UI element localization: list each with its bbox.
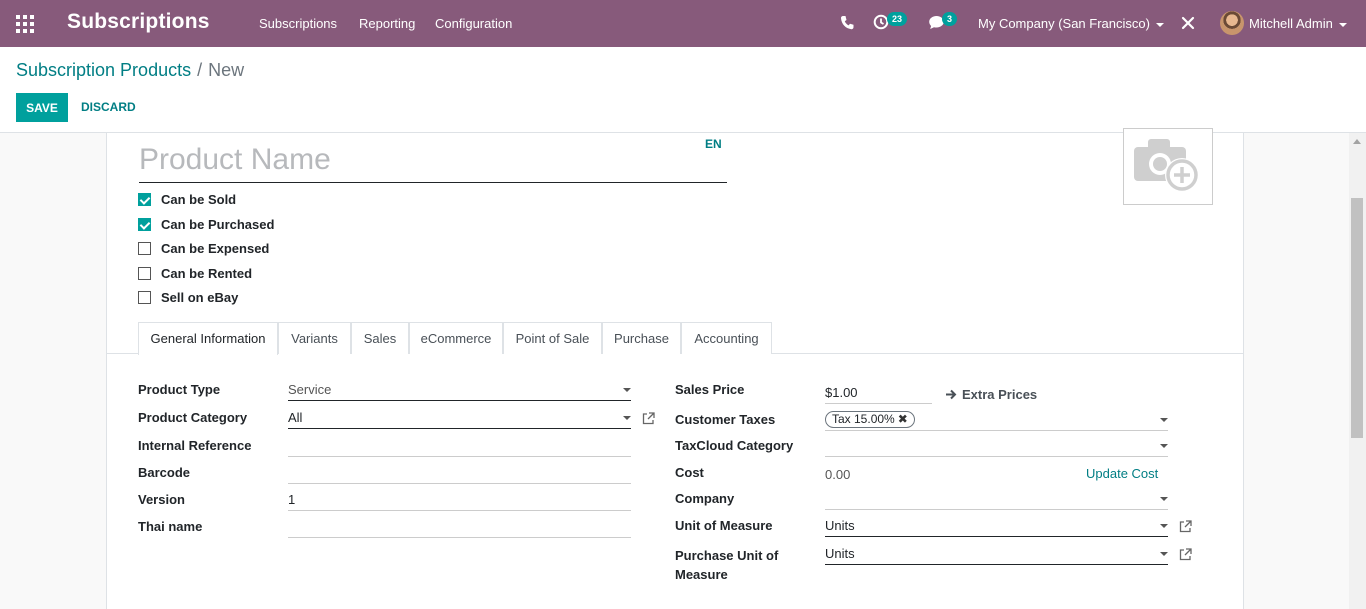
chevron-down-icon (1160, 497, 1168, 501)
notebook-tabs: General Information Variants Sales eComm… (107, 322, 1243, 355)
menu-reporting[interactable]: Reporting (359, 16, 415, 31)
checkbox-sell-on-ebay[interactable]: Sell on eBay (138, 289, 238, 305)
top-navbar: Subscriptions Subscriptions Reporting Co… (0, 0, 1366, 47)
tab-accounting[interactable]: Accounting (681, 322, 772, 354)
activity-count-badge: 23 (887, 12, 908, 26)
checkbox[interactable] (138, 290, 151, 304)
taxcloud-category-select[interactable] (825, 435, 1168, 457)
cost-label: Cost (675, 465, 704, 480)
checkbox[interactable] (138, 217, 151, 231)
product-type-label: Product Type (138, 382, 221, 397)
breadcrumb-separator: / (197, 60, 203, 80)
sales-price-label: Sales Price (675, 382, 745, 397)
phone-icon[interactable] (840, 15, 854, 31)
checkbox[interactable] (138, 241, 151, 255)
external-link-icon[interactable] (1179, 548, 1192, 561)
menu-configuration[interactable]: Configuration (435, 16, 512, 31)
extra-prices-button[interactable]: Extra Prices (945, 387, 1037, 402)
company-name: My Company (San Francisco) (978, 16, 1150, 31)
checkbox-can-be-rented[interactable]: Can be Rented (138, 265, 252, 281)
uom-select[interactable]: Units (825, 515, 1168, 537)
tab-sales[interactable]: Sales (351, 322, 409, 354)
product-image-upload[interactable] (1123, 128, 1213, 205)
cost-value: 0.00 (825, 467, 851, 482)
form-sheet: Product Name EN Can be Sold Can be Purch… (106, 128, 1244, 609)
tab-ecommerce[interactable]: eCommerce (409, 322, 503, 354)
breadcrumb: Subscription Products / New (16, 60, 244, 81)
barcode-label: Barcode (138, 465, 191, 480)
control-panel: Subscription Products / New SAVE DISCARD (0, 47, 1366, 133)
customer-taxes-input[interactable]: Tax 15.00% ✖ (825, 409, 1168, 431)
menu-subscriptions[interactable]: Subscriptions (259, 16, 337, 31)
company-select[interactable] (825, 488, 1168, 510)
purchase-uom-label: Purchase Unit of Measure (675, 548, 779, 582)
thai-name-label: Thai name (138, 519, 203, 534)
message-count-badge: 3 (942, 12, 958, 26)
camera-add-icon (1134, 139, 1199, 192)
save-button[interactable]: SAVE (16, 93, 68, 122)
apps-menu-icon[interactable] (16, 15, 34, 33)
page-scrollbar[interactable] (1349, 133, 1366, 609)
chevron-down-icon (623, 416, 631, 420)
chevron-down-icon (1160, 418, 1168, 422)
app-title: Subscriptions (67, 10, 210, 33)
scroll-thumb[interactable] (1351, 198, 1363, 438)
discard-button[interactable]: DISCARD (81, 100, 136, 114)
translate-button[interactable]: EN (705, 137, 722, 151)
product-category-label: Product Category (138, 410, 248, 425)
checkbox-can-be-sold[interactable]: Can be Sold (138, 191, 236, 207)
tab-variants[interactable]: Variants (278, 322, 351, 354)
external-link-icon[interactable] (1179, 520, 1192, 533)
internal-reference-label: Internal Reference (138, 438, 252, 453)
company-label: Company (675, 491, 735, 506)
user-menu[interactable]: Mitchell Admin (1249, 16, 1347, 31)
chevron-down-icon (1338, 22, 1347, 27)
company-switcher[interactable]: My Company (San Francisco) (978, 16, 1164, 31)
checkbox-can-be-expensed[interactable]: Can be Expensed (138, 240, 269, 256)
version-label: Version (138, 492, 185, 507)
checkbox[interactable] (138, 266, 151, 280)
uom-label: Unit of Measure (675, 518, 773, 533)
purchase-uom-select[interactable]: Units (825, 543, 1168, 565)
barcode-input[interactable] (288, 462, 631, 484)
internal-reference-input[interactable] (288, 435, 631, 457)
chevron-down-icon (1160, 444, 1168, 448)
chevron-down-icon (1155, 22, 1164, 27)
debug-tools-icon[interactable] (1181, 16, 1195, 30)
update-cost-button[interactable]: Update Cost (1086, 466, 1158, 481)
thai-name-input[interactable] (288, 516, 631, 538)
customer-taxes-label: Customer Taxes (675, 412, 776, 427)
external-link-icon[interactable] (642, 412, 655, 425)
chevron-down-icon (1160, 552, 1168, 556)
chevron-down-icon (623, 388, 631, 392)
tab-point-of-sale[interactable]: Point of Sale (503, 322, 602, 354)
user-name: Mitchell Admin (1249, 16, 1333, 31)
chevron-down-icon (1160, 524, 1168, 528)
version-input[interactable]: 1 (288, 489, 631, 511)
remove-tag-icon[interactable]: ✖ (898, 412, 908, 426)
breadcrumb-parent[interactable]: Subscription Products (16, 60, 191, 80)
taxcloud-category-label: TaxCloud Category (675, 438, 794, 453)
checkbox-can-be-purchased[interactable]: Can be Purchased (138, 216, 274, 232)
checkbox[interactable] (138, 192, 151, 206)
arrow-right-icon (946, 389, 957, 400)
product-category-select[interactable]: All (288, 407, 631, 429)
sales-price-input[interactable]: $1.00 (825, 382, 932, 404)
tab-general-information[interactable]: General Information (138, 322, 278, 355)
user-avatar[interactable] (1220, 11, 1244, 35)
product-name-input[interactable]: Product Name (139, 141, 727, 183)
tab-purchase[interactable]: Purchase (602, 322, 681, 354)
product-type-select[interactable]: Service (288, 379, 631, 401)
tax-tag: Tax 15.00% ✖ (825, 411, 915, 428)
breadcrumb-current: New (208, 60, 245, 80)
scroll-up-icon[interactable] (1353, 139, 1361, 144)
